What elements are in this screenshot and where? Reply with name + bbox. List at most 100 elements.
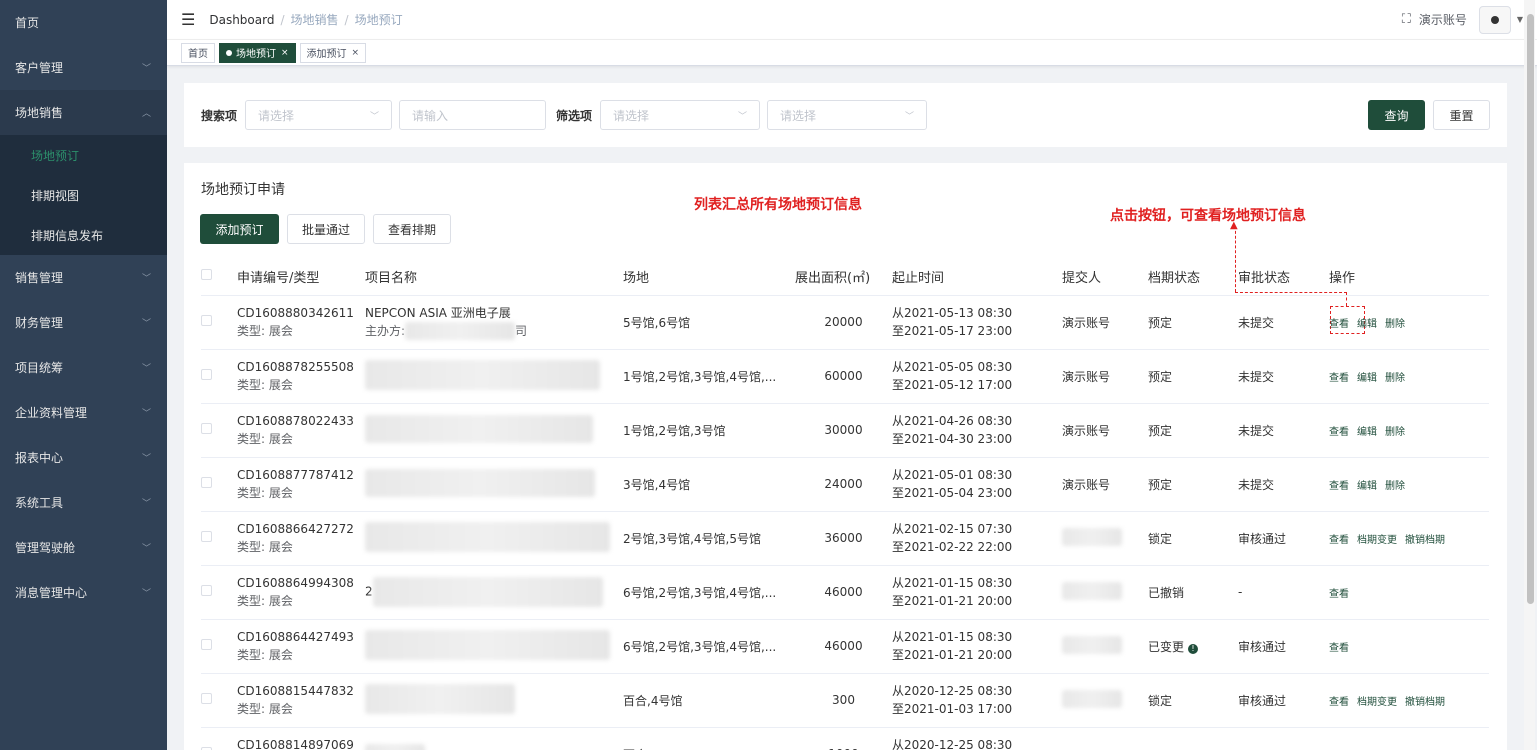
- revoke-schedule-link[interactable]: 撤销档期: [1405, 697, 1445, 708]
- row-checkbox[interactable]: [201, 369, 212, 380]
- redacted-block: [1062, 689, 1122, 708]
- booking-type: 类型: 展会: [237, 648, 293, 662]
- schedule-status: 预定: [1148, 295, 1238, 350]
- row-checkbox[interactable]: [201, 477, 212, 488]
- booking-id: CD1608878022433: [237, 414, 354, 428]
- tag-add-booking[interactable]: 添加预订 ×: [299, 42, 367, 63]
- tag-home[interactable]: 首页: [181, 42, 215, 63]
- venue: 6号馆,2号馆,3号馆,4号馆,...: [623, 565, 795, 620]
- sidebar-item-tools[interactable]: 系统工具 ﹀: [0, 480, 167, 525]
- row-checkbox[interactable]: [201, 531, 212, 542]
- search-input[interactable]: 请输入: [399, 100, 547, 130]
- approval-status: -: [1238, 565, 1329, 620]
- filter-select-2[interactable]: 请选择 ﹀: [767, 100, 928, 130]
- sidebar-item-label: 报表中心: [15, 451, 64, 465]
- delete-link[interactable]: 删除: [1385, 319, 1405, 330]
- sidebar-item-schedule-view[interactable]: 排期视图: [0, 175, 167, 215]
- sidebar-item-customers[interactable]: 客户管理 ﹀: [0, 45, 167, 90]
- column-header: 申请编号/类型: [237, 258, 365, 296]
- view-link[interactable]: 查看: [1329, 319, 1349, 330]
- delete-link[interactable]: 删除: [1385, 373, 1405, 384]
- sidebar-item-enterprise[interactable]: 企业资料管理 ﹀: [0, 390, 167, 435]
- sidebar-item-label: 场地预订: [31, 148, 80, 163]
- chevron-down-icon: ﹀: [141, 409, 151, 419]
- sidebar-item-schedule-publish[interactable]: 排期信息发布: [0, 215, 167, 255]
- card-title: 场地预订申请: [201, 182, 285, 198]
- arrow-head-icon: ▲: [1230, 220, 1238, 231]
- start-time: 从2021-01-15 08:30: [892, 630, 1013, 644]
- sidebar-item-label: 排期信息发布: [31, 228, 104, 243]
- avatar[interactable]: [1478, 5, 1511, 34]
- revoke-schedule-link[interactable]: 撤销档期: [1405, 535, 1445, 546]
- edit-link[interactable]: 编辑: [1357, 373, 1377, 384]
- sidebar-item-sales-mgmt[interactable]: 销售管理 ﹀: [0, 255, 167, 300]
- view-link[interactable]: 查看: [1329, 481, 1349, 492]
- project-name: 2: [365, 584, 373, 599]
- column-header: 档期状态: [1148, 258, 1238, 296]
- scrollbar-thumb[interactable]: [1527, 14, 1534, 604]
- tag-venue-booking[interactable]: 场地预订 ×: [219, 42, 296, 63]
- sidebar-item-venue-booking[interactable]: 场地预订: [0, 135, 167, 175]
- view-schedule-button[interactable]: 查看排期: [373, 214, 451, 244]
- row-checkbox[interactable]: [201, 693, 212, 704]
- area: 46000: [795, 565, 892, 620]
- view-link[interactable]: 查看: [1329, 697, 1349, 708]
- sidebar-item-cockpit[interactable]: 管理驾驶舱 ﹀: [0, 525, 167, 570]
- venue: 1号馆,2号馆,3号馆,4号馆,...: [623, 349, 795, 404]
- batch-approve-button[interactable]: 批量通过: [287, 214, 365, 244]
- change-schedule-link[interactable]: 档期变更: [1357, 535, 1397, 546]
- breadcrumb-item: 场地销售: [290, 13, 339, 27]
- fullscreen-icon[interactable]: ⛶: [1402, 12, 1411, 27]
- redacted-block: [365, 743, 425, 750]
- edit-link[interactable]: 编辑: [1357, 481, 1377, 492]
- view-link[interactable]: 查看: [1329, 535, 1349, 546]
- caret-down-icon[interactable]: ▼: [1517, 15, 1523, 24]
- view-link[interactable]: 查看: [1329, 427, 1349, 438]
- start-time: 从2021-04-26 08:30: [892, 414, 1013, 428]
- view-link[interactable]: 查看: [1329, 643, 1349, 654]
- redacted-block: [405, 322, 516, 341]
- organizer-tail: 司: [515, 323, 528, 338]
- edit-link[interactable]: 编辑: [1357, 427, 1377, 438]
- row-checkbox[interactable]: [201, 423, 212, 434]
- sidebar-item-home[interactable]: 首页: [0, 0, 167, 45]
- sidebar-item-label: 首页: [15, 16, 40, 30]
- row-checkbox[interactable]: [201, 315, 212, 326]
- sidebar-item-reports[interactable]: 报表中心 ﹀: [0, 435, 167, 480]
- hamburger-icon[interactable]: ☰: [181, 10, 195, 29]
- booking-list-card: 场地预订申请 添加预订 批量通过 查看排期 列表汇总所有场地预订信息 点击按钮，…: [184, 163, 1507, 750]
- sidebar-item-venue-sales[interactable]: 场地销售 ︿: [0, 90, 167, 135]
- sidebar-item-messages[interactable]: 消息管理中心 ﹀: [0, 570, 167, 615]
- booking-id: CD1608814897069: [237, 738, 354, 750]
- reset-button[interactable]: 重置: [1433, 100, 1490, 130]
- change-schedule-link[interactable]: 档期变更: [1357, 697, 1397, 708]
- filter-select-1[interactable]: 请选择 ﹀: [600, 100, 761, 130]
- breadcrumb-item[interactable]: Dashboard: [209, 13, 274, 27]
- close-icon[interactable]: ×: [352, 48, 360, 58]
- table-row: CD1608878255508 类型: 展会 1号馆,2号馆,3号馆,4号馆,..…: [201, 349, 1489, 404]
- sidebar-item-finance[interactable]: 财务管理 ﹀: [0, 300, 167, 345]
- query-button[interactable]: 查询: [1368, 100, 1425, 130]
- edit-link[interactable]: 编辑: [1357, 319, 1377, 330]
- info-icon[interactable]: !: [1188, 643, 1199, 654]
- sidebar-item-label: 销售管理: [15, 271, 64, 285]
- annotation-list: 列表汇总所有场地预订信息: [694, 197, 862, 213]
- row-checkbox[interactable]: [201, 585, 212, 596]
- search-field-select[interactable]: 请选择 ﹀: [245, 100, 393, 130]
- row-checkbox[interactable]: [201, 639, 212, 650]
- column-header: 项目名称: [365, 258, 623, 296]
- approval-status: 审核通过: [1238, 673, 1329, 728]
- sidebar-item-projects[interactable]: 项目统筹 ﹀: [0, 345, 167, 390]
- end-time: 至2021-02-22 22:00: [892, 540, 1013, 554]
- delete-link[interactable]: 删除: [1385, 427, 1405, 438]
- redacted-block: [365, 359, 600, 390]
- view-link[interactable]: 查看: [1329, 589, 1349, 600]
- tags-view: 首页 场地预订 × 添加预订 ×: [167, 40, 1537, 66]
- chevron-down-icon: ﹀: [141, 274, 151, 284]
- add-booking-button[interactable]: 添加预订: [200, 214, 279, 244]
- select-all-checkbox[interactable]: [201, 268, 212, 280]
- view-link[interactable]: 查看: [1329, 373, 1349, 384]
- close-icon[interactable]: ×: [281, 48, 289, 58]
- chevron-down-icon: ﹀: [141, 64, 151, 74]
- delete-link[interactable]: 删除: [1385, 481, 1405, 492]
